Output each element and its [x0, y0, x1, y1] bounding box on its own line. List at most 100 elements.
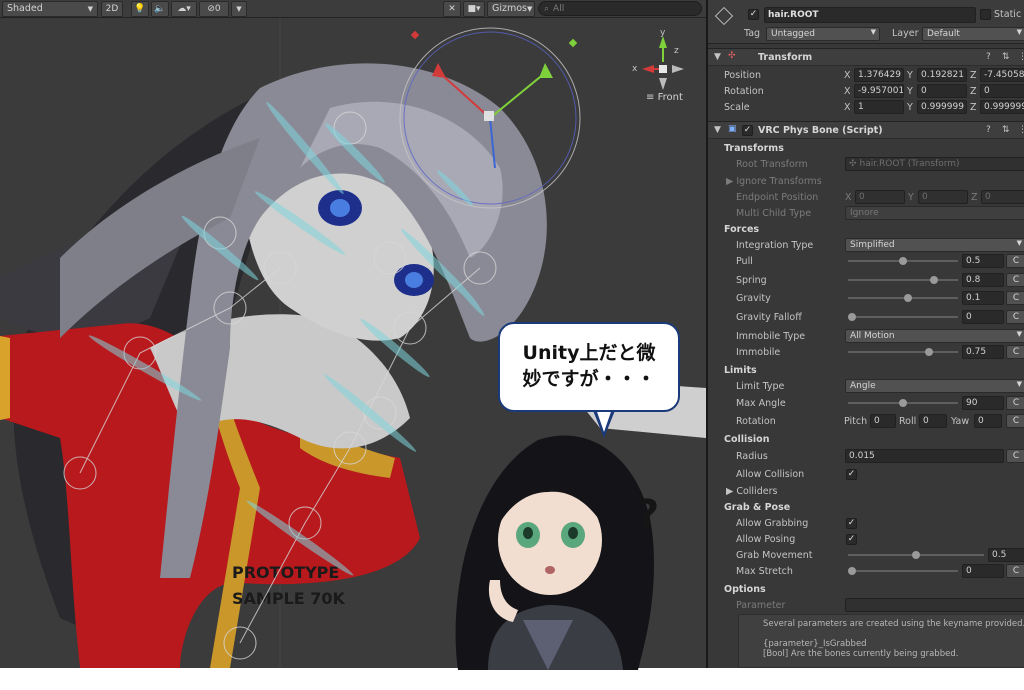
immobile-curve-button[interactable]: C — [1006, 345, 1024, 359]
rotation-x-field[interactable]: -9.957001 — [854, 84, 904, 98]
position-z-field[interactable]: -7.45058 — [980, 68, 1024, 82]
position-y-field[interactable]: 0.192821 — [917, 68, 967, 82]
gravity-falloff-curve-button[interactable]: C — [1006, 310, 1024, 324]
rotation-curve-button[interactable]: C — [1006, 414, 1024, 428]
grab-movement-slider[interactable] — [848, 548, 984, 562]
hidden-dropdown[interactable]: ▼ — [231, 0, 247, 17]
limit-type-dropdown[interactable]: Angle ▼ — [845, 379, 1024, 393]
slider-knob[interactable] — [848, 567, 856, 575]
axis-x-label: x — [632, 64, 638, 74]
max-angle-field[interactable]: 90 — [962, 396, 1004, 410]
parameter-label: Parameter — [736, 600, 786, 611]
gameobject-active-checkbox[interactable]: ✓ — [748, 9, 759, 20]
layer-dropdown[interactable]: Default ▼ — [922, 27, 1024, 41]
allow-collision-checkbox[interactable]: ✓ — [846, 469, 857, 480]
radius-field[interactable]: 0.015 — [845, 449, 1004, 463]
max-angle-label: Max Angle — [736, 398, 786, 409]
radius-curve-button[interactable]: C — [1006, 449, 1024, 463]
immobile-type-dropdown[interactable]: All Motion ▼ — [845, 329, 1024, 343]
multi-child-type-dropdown[interactable]: Ignore — [845, 206, 1024, 220]
ignore-transforms-foldout[interactable]: ▶ Ignore Transforms — [726, 176, 822, 187]
max-stretch-value: 0 — [966, 566, 972, 576]
position-z-label: Z — [970, 70, 977, 81]
max-angle-curve-button[interactable]: C — [1006, 396, 1024, 410]
spring-field[interactable]: 0.8 — [962, 273, 1004, 287]
gravity-falloff-slider[interactable] — [848, 310, 958, 324]
scale-z-field[interactable]: 0.999999 — [980, 100, 1024, 114]
scale-y-field[interactable]: 0.999999 — [917, 100, 967, 114]
limit-type-label: Limit Type — [736, 381, 785, 392]
spring-value: 0.8 — [966, 275, 981, 285]
slider-knob[interactable] — [904, 294, 913, 302]
pitch-field[interactable]: 0 — [870, 414, 896, 428]
parameter-field[interactable] — [845, 598, 1024, 612]
physbone-header[interactable]: ▼ ▣ ✓ VRC Phys Bone (Script) ? ⇅ ⋮ — [708, 121, 1024, 139]
gravity-falloff-field[interactable]: 0 — [962, 310, 1004, 324]
preset-icon[interactable]: ⇅ — [1002, 52, 1010, 62]
slider-knob[interactable] — [899, 399, 907, 407]
slider-knob[interactable] — [912, 551, 920, 559]
gravity-curve-button[interactable]: C — [1006, 291, 1024, 305]
immobile-slider[interactable] — [848, 345, 958, 359]
pull-field[interactable]: 0.5 — [962, 254, 1004, 268]
lightbulb-icon[interactable]: 💡 — [131, 0, 149, 17]
preset-icon[interactable]: ⇅ — [1002, 125, 1010, 135]
slider-knob[interactable] — [929, 276, 938, 284]
yaw-field[interactable]: 0 — [974, 414, 1002, 428]
camera-icon[interactable]: ■▾ — [463, 0, 485, 17]
pull-curve-button[interactable]: C — [1006, 254, 1024, 268]
root-transform-field[interactable]: ✣ hair.ROOT (Transform) — [845, 157, 1024, 171]
pull-slider[interactable] — [848, 254, 958, 268]
gravity-slider[interactable] — [848, 291, 958, 305]
allow-posing-label: Allow Posing — [736, 534, 796, 545]
endpoint-y-field[interactable]: 0 — [918, 190, 968, 204]
gravity-field[interactable]: 0.1 — [962, 291, 1004, 305]
tools-icon[interactable]: ✕ — [443, 0, 461, 17]
rotation-z-field[interactable]: 0 — [980, 84, 1024, 98]
endpoint-x-field[interactable]: 0 — [855, 190, 905, 204]
help-icon[interactable]: ? — [986, 125, 991, 135]
hidden-objects-toggle[interactable]: ⊘ 0 — [199, 0, 229, 17]
help-icon[interactable]: ? — [986, 52, 991, 62]
max-stretch-curve-button[interactable]: C — [1006, 564, 1024, 578]
grab-movement-field[interactable]: 0.5 — [988, 548, 1024, 562]
integration-type-dropdown[interactable]: Simplified ▼ — [845, 238, 1024, 252]
tag-label: Tag — [744, 28, 761, 39]
spring-slider[interactable] — [848, 273, 958, 287]
roll-field[interactable]: 0 — [919, 414, 947, 428]
speech-line-2: 妙ですが・・・ — [522, 368, 656, 390]
scene-search-input[interactable]: ⌕ All — [538, 1, 702, 16]
audio-icon[interactable]: 🔈 — [151, 0, 169, 17]
gameobject-name-field[interactable]: hair.ROOT — [764, 7, 976, 23]
max-stretch-slider[interactable] — [848, 564, 958, 578]
gizmos-dropdown[interactable]: Gizmos ▼ — [487, 0, 535, 17]
allow-grabbing-checkbox[interactable]: ✓ — [846, 518, 857, 529]
help-text: Several parameters are created using the… — [763, 619, 1024, 629]
scale-x-field[interactable]: 1 — [854, 100, 904, 114]
max-stretch-field[interactable]: 0 — [962, 564, 1004, 578]
more-icon[interactable]: ⋮ — [1018, 52, 1024, 62]
mode-2d-button[interactable]: 2D — [101, 0, 123, 17]
more-icon[interactable]: ⋮ — [1018, 125, 1024, 135]
position-label: Position — [724, 70, 761, 81]
colliders-foldout[interactable]: ▶ Colliders — [726, 486, 777, 497]
shading-mode-dropdown[interactable]: Shaded ▼ — [2, 0, 98, 17]
tag-dropdown[interactable]: Untagged ▼ — [766, 27, 880, 41]
rotation-y-label: Y — [907, 86, 913, 97]
transform-header[interactable]: ▼ ✣ Transform ? ⇅ ⋮ — [708, 48, 1024, 66]
slider-knob[interactable] — [848, 313, 856, 321]
physbone-enabled-checkbox[interactable]: ✓ — [742, 125, 753, 136]
chevron-down-icon: ▼ — [236, 4, 242, 13]
max-angle-slider[interactable] — [848, 396, 958, 410]
slider-knob[interactable] — [899, 257, 907, 265]
effects-icon[interactable]: ☁▾ — [171, 0, 197, 17]
view-label[interactable]: ≡ Front — [646, 92, 683, 103]
static-checkbox[interactable] — [980, 9, 991, 20]
spring-curve-button[interactable]: C — [1006, 273, 1024, 287]
rotation-y-field[interactable]: 0 — [917, 84, 967, 98]
endpoint-z-field[interactable]: 0 — [981, 190, 1024, 204]
position-x-field[interactable]: 1.376429 — [854, 68, 904, 82]
allow-posing-checkbox[interactable]: ✓ — [846, 534, 857, 545]
slider-knob[interactable] — [924, 348, 933, 356]
immobile-field[interactable]: 0.75 — [962, 345, 1004, 359]
